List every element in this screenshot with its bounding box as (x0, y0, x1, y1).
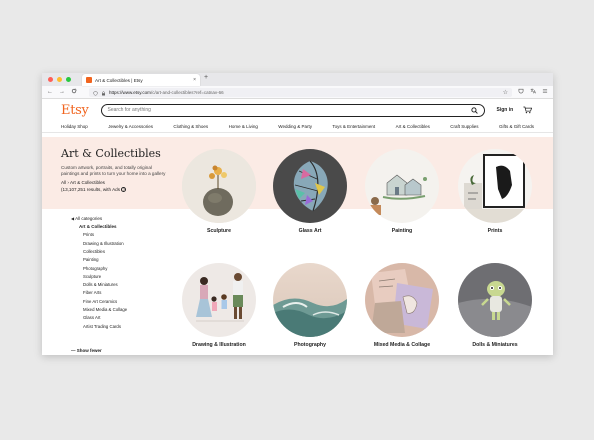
catnav-item[interactable]: Home & Living (229, 124, 258, 129)
results-text: (13,107,251 results, with Ads (61, 186, 120, 192)
browser-window: Art & Collectibles | Etsy × + ← → https:… (42, 73, 553, 355)
breadcrumb-separator: › (67, 180, 69, 186)
photography-image (273, 263, 347, 337)
cart-icon[interactable] (523, 101, 533, 119)
category-card-glass-art[interactable]: Glass Art (272, 149, 348, 234)
glass-art-image (273, 149, 347, 223)
category-label: Mixed Media & Collage (373, 342, 431, 348)
chevron-left-icon: ◀ (71, 216, 75, 221)
sidebar-item[interactable]: Drawing & Illustration (83, 241, 151, 246)
sidebar-item[interactable]: Fine Art Ceramics (83, 299, 151, 304)
results-count: (13,107,251 results, with Ads ? (61, 187, 171, 192)
reload-icon[interactable] (71, 88, 77, 96)
close-window-button[interactable] (48, 77, 53, 82)
search-input[interactable]: Search for anything (100, 101, 485, 119)
search-placeholder: Search for anything (107, 107, 151, 113)
bookmark-star-icon[interactable]: ☆ (503, 89, 508, 96)
breadcrumb-all[interactable]: All (61, 180, 66, 185)
catnav-item[interactable]: Art & Collectibles (396, 124, 430, 129)
tab-title: Art & Collectibles | Etsy (95, 77, 143, 83)
url-bar[interactable]: https://www.etsy.com/c/art-and-collectib… (89, 87, 512, 97)
category-card-painting[interactable]: Painting (364, 149, 440, 234)
page-title: Art & Collectibles (61, 147, 161, 160)
category-card-prints[interactable]: Prints (457, 149, 533, 234)
catnav-item[interactable]: Craft Supplies (450, 124, 478, 129)
sidebar-item[interactable]: Painting (83, 257, 151, 262)
sculpture-image (182, 149, 256, 223)
search-icon[interactable] (470, 101, 478, 119)
category-card-sculpture[interactable]: Sculpture (181, 149, 257, 234)
category-card-mixed-media-collage[interactable]: Mixed Media & Collage (364, 263, 440, 348)
category-label: Prints (487, 228, 503, 234)
drawing-illustration-image (182, 263, 256, 337)
sidebar-item[interactable]: Dolls & Miniatures (83, 282, 151, 287)
all-categories-label: All categories (75, 216, 103, 221)
sidebar-item[interactable]: Photography (83, 266, 151, 271)
category-label: Photography (294, 342, 326, 348)
painting-image (365, 149, 439, 223)
category-label: Sculpture (207, 228, 231, 234)
category-card-drawing-illustration[interactable]: Drawing & Illustration (181, 263, 257, 348)
sign-in-link[interactable]: Sign in (497, 107, 514, 113)
catnav-item[interactable]: Holiday Shop (61, 124, 88, 129)
sidebar-item[interactable]: Prints (83, 232, 151, 237)
tab-close-icon[interactable]: × (193, 77, 196, 83)
ads-info-icon[interactable]: ? (121, 186, 127, 192)
minus-icon: — (71, 348, 76, 353)
etsy-logo[interactable]: Etsy (61, 103, 89, 118)
catnav-item[interactable]: Jewelry & Accessories (108, 124, 153, 129)
forward-icon[interactable]: → (59, 89, 65, 95)
etsy-favicon-icon (86, 77, 92, 83)
url-host: https://www.etsy.com (109, 89, 151, 95)
catnav-item[interactable]: Toys & Entertainment (332, 124, 375, 129)
back-icon[interactable]: ← (47, 89, 53, 95)
category-nav: Holiday Shop Jewelry & Accessories Clothin… (42, 121, 553, 133)
url-path: /c/art-and-collectibles?ref=catnav-66 (150, 89, 224, 95)
translate-icon[interactable] (530, 88, 536, 96)
catnav-item[interactable]: Wedding & Party (278, 124, 312, 129)
browser-tabbar: Art & Collectibles | Etsy × + (42, 73, 553, 86)
window-controls (48, 77, 71, 82)
site-header: Etsy Search for anything Sign in (42, 99, 553, 121)
show-fewer-link[interactable]: — Show fewer (71, 348, 102, 353)
breadcrumb-current: Art & Collectibles (69, 180, 105, 186)
prints-image (458, 149, 532, 223)
url-text: https://www.etsy.com/c/art-and-collectib… (109, 90, 503, 95)
catnav-item[interactable]: Gifts & Gift Cards (499, 124, 534, 129)
catnav-item[interactable]: Clothing & Shoes (173, 124, 208, 129)
dolls-miniatures-image (458, 263, 532, 337)
category-label: Glass Art (298, 228, 322, 234)
page-description: Custom artwork, portraits, and totally o… (61, 165, 166, 177)
zoom-window-button[interactable] (66, 77, 71, 82)
show-fewer-label: Show fewer (76, 348, 102, 353)
sidebar-item[interactable]: Artist Trading Cards (83, 324, 151, 329)
category-card-photography[interactable]: Photography (272, 263, 348, 348)
sidebar-item-active[interactable]: Art & Collectibles (79, 224, 151, 229)
sidebar-item[interactable]: Collectibles (83, 249, 151, 254)
category-sidebar: ◀ All categories Art & Collectibles Prin… (71, 216, 151, 332)
browser-navbar: ← → https://www.etsy.com/c/art-and-colle… (42, 86, 553, 99)
category-label: Drawing & Illustration (192, 342, 246, 348)
sidebar-item[interactable]: Sculpture (83, 274, 151, 279)
new-tab-button[interactable]: + (204, 74, 208, 81)
sidebar-item[interactable]: Mixed Media & Collage (83, 307, 151, 312)
all-categories-link[interactable]: ◀ All categories (71, 216, 151, 221)
pocket-icon[interactable] (518, 88, 524, 96)
sidebar-item[interactable]: Glass Art (83, 315, 151, 320)
category-intro: Art & Collectibles Custom artwork, portr… (61, 147, 171, 192)
category-label: Dolls & Miniatures (472, 342, 518, 348)
category-label: Painting (391, 228, 413, 234)
minimize-window-button[interactable] (57, 77, 62, 82)
mixed-media-collage-image (365, 263, 439, 337)
browser-tab[interactable]: Art & Collectibles | Etsy × (82, 74, 200, 86)
sidebar-item[interactable]: Fiber Arts (83, 290, 151, 295)
category-card-dolls-miniatures[interactable]: Dolls & Miniatures (457, 263, 533, 348)
menu-icon[interactable] (542, 88, 548, 96)
